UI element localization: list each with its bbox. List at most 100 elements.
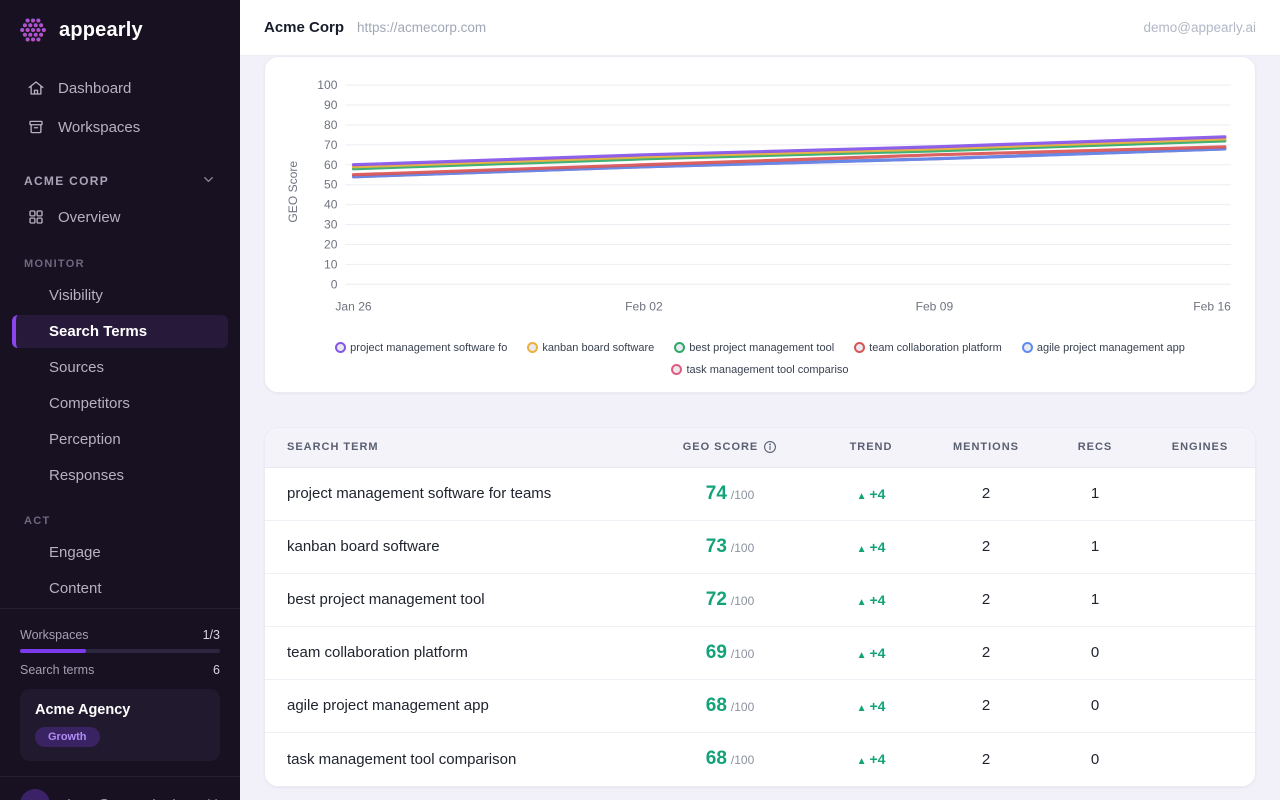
legend-item-best-project-management-tool[interactable]: best project management tool [674, 342, 834, 354]
column-header-engines: ENGINES [1145, 441, 1255, 453]
svg-text:GEO Score: GEO Score [286, 161, 300, 223]
column-header-trend: TREND [815, 441, 927, 453]
usage-row-search-terms: Search terms6 [20, 663, 220, 677]
sidebar-item-label: Competitors [49, 395, 130, 412]
mentions-cell: 2 [927, 751, 1045, 768]
workspace-card[interactable]: Acme Agency Growth [20, 689, 220, 761]
legend-item-team-collaboration-platform[interactable]: team collaboration platform [854, 342, 1002, 354]
user-menu[interactable]: D demo@appearly.ai [0, 776, 240, 800]
sidebar-item-dashboard[interactable]: Dashboard [12, 70, 228, 106]
geo-score-cell: 69/100 [645, 642, 815, 664]
trend-cell: ▲+4 [815, 486, 927, 502]
svg-text:10: 10 [324, 257, 338, 271]
table-row[interactable]: team collaboration platform69/100▲+420 [265, 627, 1255, 680]
sidebar-item-label: Overview [58, 209, 121, 226]
legend-label: kanban board software [542, 342, 654, 354]
legend-item-kanban-board-software[interactable]: kanban board software [527, 342, 654, 354]
table-row[interactable]: kanban board software73/100▲+421 [265, 521, 1255, 574]
sidebar-item-label: Workspaces [58, 119, 140, 136]
workspace-name: Acme Agency [35, 702, 205, 718]
sidebar-item-label: Engage [49, 544, 101, 561]
trend-up-icon: ▲ [857, 597, 867, 608]
legend-item-agile-project-management-app[interactable]: agile project management app [1022, 342, 1185, 354]
table-row[interactable]: task management tool comparison68/100▲+4… [265, 733, 1255, 786]
trend-cell: ▲+4 [815, 645, 927, 661]
geo-score-line-chart: 0102030405060708090100Jan 26Feb 02Feb 09… [273, 69, 1247, 338]
legend-label: agile project management app [1037, 342, 1185, 354]
search-term-cell: kanban board software [265, 538, 645, 555]
recs-cell: 1 [1045, 591, 1145, 608]
legend-item-project-management-software-fo[interactable]: project management software fo [335, 342, 507, 354]
plan-badge: Growth [35, 727, 100, 747]
usage-label: Workspaces [20, 628, 89, 642]
table-header-row: SEARCH TERMGEO SCORETRENDMENTIONSRECSENG… [265, 428, 1255, 468]
svg-text:100: 100 [317, 78, 337, 92]
svg-text:90: 90 [324, 98, 338, 112]
company-url: https://acmecorp.com [357, 20, 486, 35]
usage-value: 6 [213, 663, 220, 677]
search-term-cell: project management software for teams [265, 485, 645, 502]
column-header-geo-score: GEO SCORE [645, 440, 815, 454]
sidebar-item-overview[interactable]: Overview [12, 199, 228, 235]
search-term-cell: task management tool comparison [265, 751, 645, 768]
table-body: project management software for teams74/… [265, 468, 1255, 786]
svg-text:0: 0 [331, 277, 338, 291]
table-row[interactable]: best project management tool72/100▲+421 [265, 574, 1255, 627]
legend-marker-icon [527, 342, 538, 353]
trend-up-icon: ▲ [857, 650, 867, 661]
sidebar-item-responses[interactable]: Responses [12, 459, 228, 492]
svg-text:Feb 09: Feb 09 [916, 299, 954, 313]
trend-cell: ▲+4 [815, 751, 927, 767]
sidebar-org-items: Overview [0, 196, 240, 238]
mentions-cell: 2 [927, 538, 1045, 555]
sidebar-item-label: Visibility [49, 287, 103, 304]
legend-marker-icon [674, 342, 685, 353]
legend-label: project management software fo [350, 342, 507, 354]
svg-text:40: 40 [324, 198, 338, 212]
info-icon[interactable] [763, 440, 777, 454]
mentions-cell: 2 [927, 591, 1045, 608]
trend-up-icon: ▲ [857, 703, 867, 714]
sidebar-item-label: Responses [49, 467, 124, 484]
geo-score-cell: 72/100 [645, 589, 815, 611]
header-user-email: demo@appearly.ai [1143, 20, 1256, 35]
trend-cell: ▲+4 [815, 539, 927, 555]
sidebar-item-content[interactable]: Content [12, 572, 228, 605]
org-section-header[interactable]: ACME CORP [0, 148, 240, 196]
recs-cell: 1 [1045, 485, 1145, 502]
mentions-cell: 2 [927, 697, 1045, 714]
legend-label: team collaboration platform [869, 342, 1002, 354]
trend-up-icon: ▲ [857, 756, 867, 767]
search-terms-table: SEARCH TERMGEO SCORETRENDMENTIONSRECSENG… [264, 427, 1256, 787]
section-header-monitor: MONITOR [0, 238, 240, 276]
sidebar-item-visibility[interactable]: Visibility [12, 279, 228, 312]
trend-up-icon: ▲ [857, 544, 867, 555]
trend-cell: ▲+4 [815, 698, 927, 714]
brand-logo-row[interactable]: appearly [0, 0, 240, 61]
svg-text:60: 60 [324, 158, 338, 172]
top-header: Acme Corp https://acmecorp.com demo@appe… [240, 0, 1280, 56]
section-header-act: ACT [0, 495, 240, 533]
grid-icon [26, 207, 46, 227]
sidebar-item-competitors[interactable]: Competitors [12, 387, 228, 420]
sidebar-item-sources[interactable]: Sources [12, 351, 228, 384]
legend-marker-icon [854, 342, 865, 353]
sidebar-item-perception[interactable]: Perception [12, 423, 228, 456]
sidebar-item-search-terms[interactable]: Search Terms [12, 315, 228, 348]
avatar: D [20, 789, 50, 800]
svg-text:50: 50 [324, 178, 338, 192]
legend-item-task-management-tool-compariso[interactable]: task management tool compariso [671, 364, 848, 376]
svg-text:20: 20 [324, 237, 338, 251]
sidebar-item-workspaces[interactable]: Workspaces [12, 109, 228, 145]
svg-text:Feb 02: Feb 02 [625, 299, 663, 313]
line-chart-svg: 0102030405060708090100Jan 26Feb 02Feb 09… [273, 69, 1247, 333]
company-name: Acme Corp [264, 19, 344, 36]
sidebar-item-label: Perception [49, 431, 121, 448]
geo-score-cell: 68/100 [645, 748, 815, 770]
table-row[interactable]: agile project management app68/100▲+420 [265, 680, 1255, 733]
sidebar-item-engage[interactable]: Engage [12, 536, 228, 569]
sidebar-usage-panel: Workspaces1/3Search terms6 Acme Agency G… [0, 608, 240, 776]
recs-cell: 1 [1045, 538, 1145, 555]
table-row[interactable]: project management software for teams74/… [265, 468, 1255, 521]
svg-text:70: 70 [324, 138, 338, 152]
